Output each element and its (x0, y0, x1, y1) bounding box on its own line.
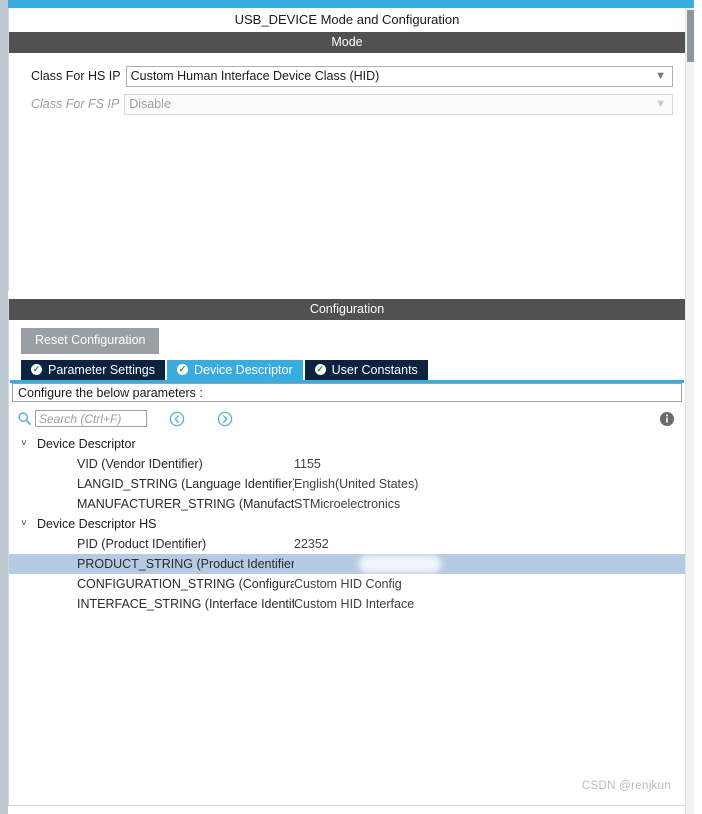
table-row[interactable]: CONFIGURATION_STRING (Configuration Ide.… (9, 574, 685, 594)
configuration-section-header: Configuration (9, 299, 685, 320)
tree-group-device-descriptor-hs[interactable]: ˅ Device Descriptor HS (9, 514, 685, 534)
configure-parameters-hint: Configure the below parameters : (12, 382, 682, 402)
window-left-edge (0, 0, 8, 814)
parameter-name: MANUFACTURER_STRING (Manufacturer Ide... (77, 496, 294, 511)
class-for-fs-ip-dropdown: Disable ▼ (124, 93, 673, 115)
table-row[interactable]: PRODUCT_STRING (Product Identifier) (9, 553, 685, 574)
mode-form: Class For HS IP Custom Human Interface D… (9, 53, 685, 115)
parameter-value: Custom HID Config (294, 576, 402, 591)
scrollbar-thumb[interactable] (687, 10, 694, 62)
configuration-panel: Configuration Reset Configuration ✓ Para… (8, 299, 686, 806)
redacted-value-overlay (359, 554, 441, 573)
table-row[interactable]: PID (Product IDentifier) 22352 (9, 534, 685, 554)
tab-parameter-settings-label: Parameter Settings (48, 362, 155, 377)
parameter-tree: ˅ Device Descriptor VID (Vendor IDentifi… (9, 433, 685, 614)
parameter-value: 1155 (294, 456, 321, 471)
class-for-hs-ip-label: Class For HS IP (31, 69, 121, 83)
mode-panel: USB_DEVICE Mode and Configuration Mode C… (8, 8, 686, 291)
tree-group-label: Device Descriptor (37, 436, 136, 451)
tab-device-descriptor-label: Device Descriptor (194, 362, 293, 377)
check-circle-icon: ✓ (31, 364, 42, 376)
tree-group-device-descriptor[interactable]: ˅ Device Descriptor (9, 434, 685, 454)
reset-configuration-button[interactable]: Reset Configuration (21, 328, 160, 354)
info-icon[interactable] (659, 411, 675, 427)
usb-device-config-window: USB_DEVICE Mode and Configuration Mode C… (0, 0, 702, 814)
tab-device-descriptor[interactable]: ✓ Device Descriptor (167, 359, 303, 380)
class-for-fs-ip-row: Class For FS IP Disable ▼ (9, 93, 685, 115)
class-for-fs-ip-value: Disable (129, 97, 171, 111)
parameter-value: Custom HID Interface (294, 596, 415, 611)
chevron-down-icon[interactable]: ˅ (21, 518, 33, 529)
parameter-name: LANGID_STRING (Language Identifier) (77, 476, 294, 491)
circle-arrow-left-icon[interactable] (169, 411, 185, 427)
search-toolbar: Search (Ctrl+F) (9, 405, 685, 433)
table-row[interactable]: INTERFACE_STRING (Interface Identifier) … (9, 594, 685, 614)
class-for-hs-ip-row: Class For HS IP Custom Human Interface D… (9, 65, 685, 87)
parameter-name: PID (Product IDentifier) (77, 536, 207, 551)
parameter-name: VID (Vendor IDentifier) (77, 456, 203, 471)
chevron-down-icon[interactable]: ˅ (21, 438, 33, 449)
window-top-accent-bar (8, 0, 694, 8)
tree-group-label: Device Descriptor HS (37, 516, 157, 531)
search-icon (17, 411, 32, 426)
chevron-down-icon: ▼ (655, 97, 666, 110)
parameter-value: STMicroelectronics (294, 496, 401, 511)
vertical-scrollbar[interactable] (685, 8, 694, 814)
configuration-tabs: ✓ Parameter Settings ✓ Device Descriptor… (9, 359, 685, 380)
watermark: CSDN @renjkun (581, 780, 671, 792)
check-circle-icon: ✓ (177, 364, 188, 376)
window-title: USB_DEVICE Mode and Configuration (9, 8, 685, 32)
configuration-body: Reset Configuration ✓ Parameter Settings… (9, 320, 685, 806)
class-for-fs-ip-label: Class For FS IP (31, 97, 120, 111)
class-for-hs-ip-dropdown[interactable]: Custom Human Interface Device Class (HID… (125, 65, 673, 87)
tab-user-constants-label: User Constants (331, 362, 418, 377)
circle-arrow-right-icon[interactable] (217, 411, 233, 427)
parameter-name: PRODUCT_STRING (Product Identifier) (77, 556, 294, 571)
table-row[interactable]: VID (Vendor IDentifier) 1155 (9, 454, 685, 474)
class-for-hs-ip-value: Custom Human Interface Device Class (HID… (130, 69, 380, 83)
tab-parameter-settings[interactable]: ✓ Parameter Settings (21, 359, 165, 380)
tab-user-constants[interactable]: ✓ User Constants (304, 359, 428, 380)
search-input[interactable]: Search (Ctrl+F) (35, 410, 147, 428)
reset-button-container: Reset Configuration (9, 320, 685, 360)
table-row[interactable]: MANUFACTURER_STRING (Manufacturer Ide...… (9, 494, 685, 514)
mode-section-header: Mode (9, 32, 685, 53)
parameter-value: 22352 (294, 536, 329, 551)
table-row[interactable]: LANGID_STRING (Language Identifier) Engl… (9, 474, 685, 494)
check-circle-icon: ✓ (314, 364, 326, 376)
parameter-name: CONFIGURATION_STRING (Configuration Ide.… (77, 576, 294, 591)
chevron-down-icon: ▼ (655, 69, 666, 82)
parameter-value: English(United States) (294, 476, 419, 491)
parameter-name: INTERFACE_STRING (Interface Identifier) (77, 596, 294, 611)
